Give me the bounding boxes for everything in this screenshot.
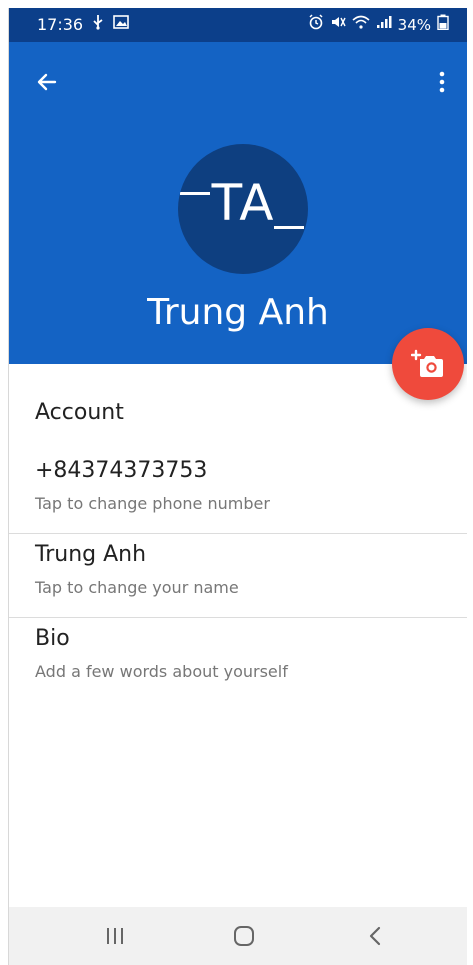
back-icon xyxy=(369,926,381,946)
home-button[interactable] xyxy=(224,921,264,951)
battery-icon xyxy=(437,14,449,35)
add-photo-camera-icon xyxy=(411,349,443,377)
avatar[interactable]: TA xyxy=(178,144,308,274)
recent-apps-icon xyxy=(107,928,123,944)
profile-name: Trung Anh xyxy=(147,292,329,333)
phone-screen: 17:36 34% TA Trung Anh Account +84374373… xyxy=(8,8,467,965)
profile-header: TA Trung Anh xyxy=(9,42,467,364)
bio-label: Bio xyxy=(35,626,70,651)
status-left: 17:36 xyxy=(37,14,129,35)
set-photo-button[interactable] xyxy=(392,328,464,400)
more-options-button[interactable] xyxy=(427,64,457,100)
home-icon xyxy=(234,926,254,946)
nav-back-button[interactable] xyxy=(355,921,395,951)
arrow-left-icon xyxy=(37,73,57,91)
system-nav-bar xyxy=(9,907,467,965)
name-hint: Tap to change your name xyxy=(35,578,239,597)
name-value: Trung Anh xyxy=(35,542,147,567)
phone-number-hint: Tap to change phone number xyxy=(35,494,270,513)
wifi-icon xyxy=(352,15,370,34)
phone-number-value: +84374373753 xyxy=(35,458,208,483)
usb-icon xyxy=(91,14,105,35)
bio-hint: Add a few words about yourself xyxy=(35,662,288,681)
avatar-initials: TA xyxy=(211,174,275,232)
more-vert-icon xyxy=(439,71,445,93)
battery-percent: 34% xyxy=(397,15,431,34)
avatar-stroke-right xyxy=(274,226,304,229)
row-phone-number[interactable]: +84374373753 Tap to change phone number xyxy=(9,450,467,534)
signal-icon xyxy=(376,15,392,34)
row-name[interactable]: Trung Anh Tap to change your name xyxy=(9,534,467,618)
back-button[interactable] xyxy=(29,64,65,100)
mute-icon xyxy=(330,14,346,35)
status-right: 34% xyxy=(308,14,449,35)
status-bar: 17:36 34% xyxy=(9,8,467,42)
section-title-account: Account xyxy=(35,400,124,425)
row-bio[interactable]: Bio Add a few words about yourself xyxy=(9,618,467,702)
image-icon xyxy=(113,15,129,34)
status-time: 17:36 xyxy=(37,15,84,34)
alarm-icon xyxy=(308,14,324,35)
recent-apps-button[interactable] xyxy=(95,921,135,951)
